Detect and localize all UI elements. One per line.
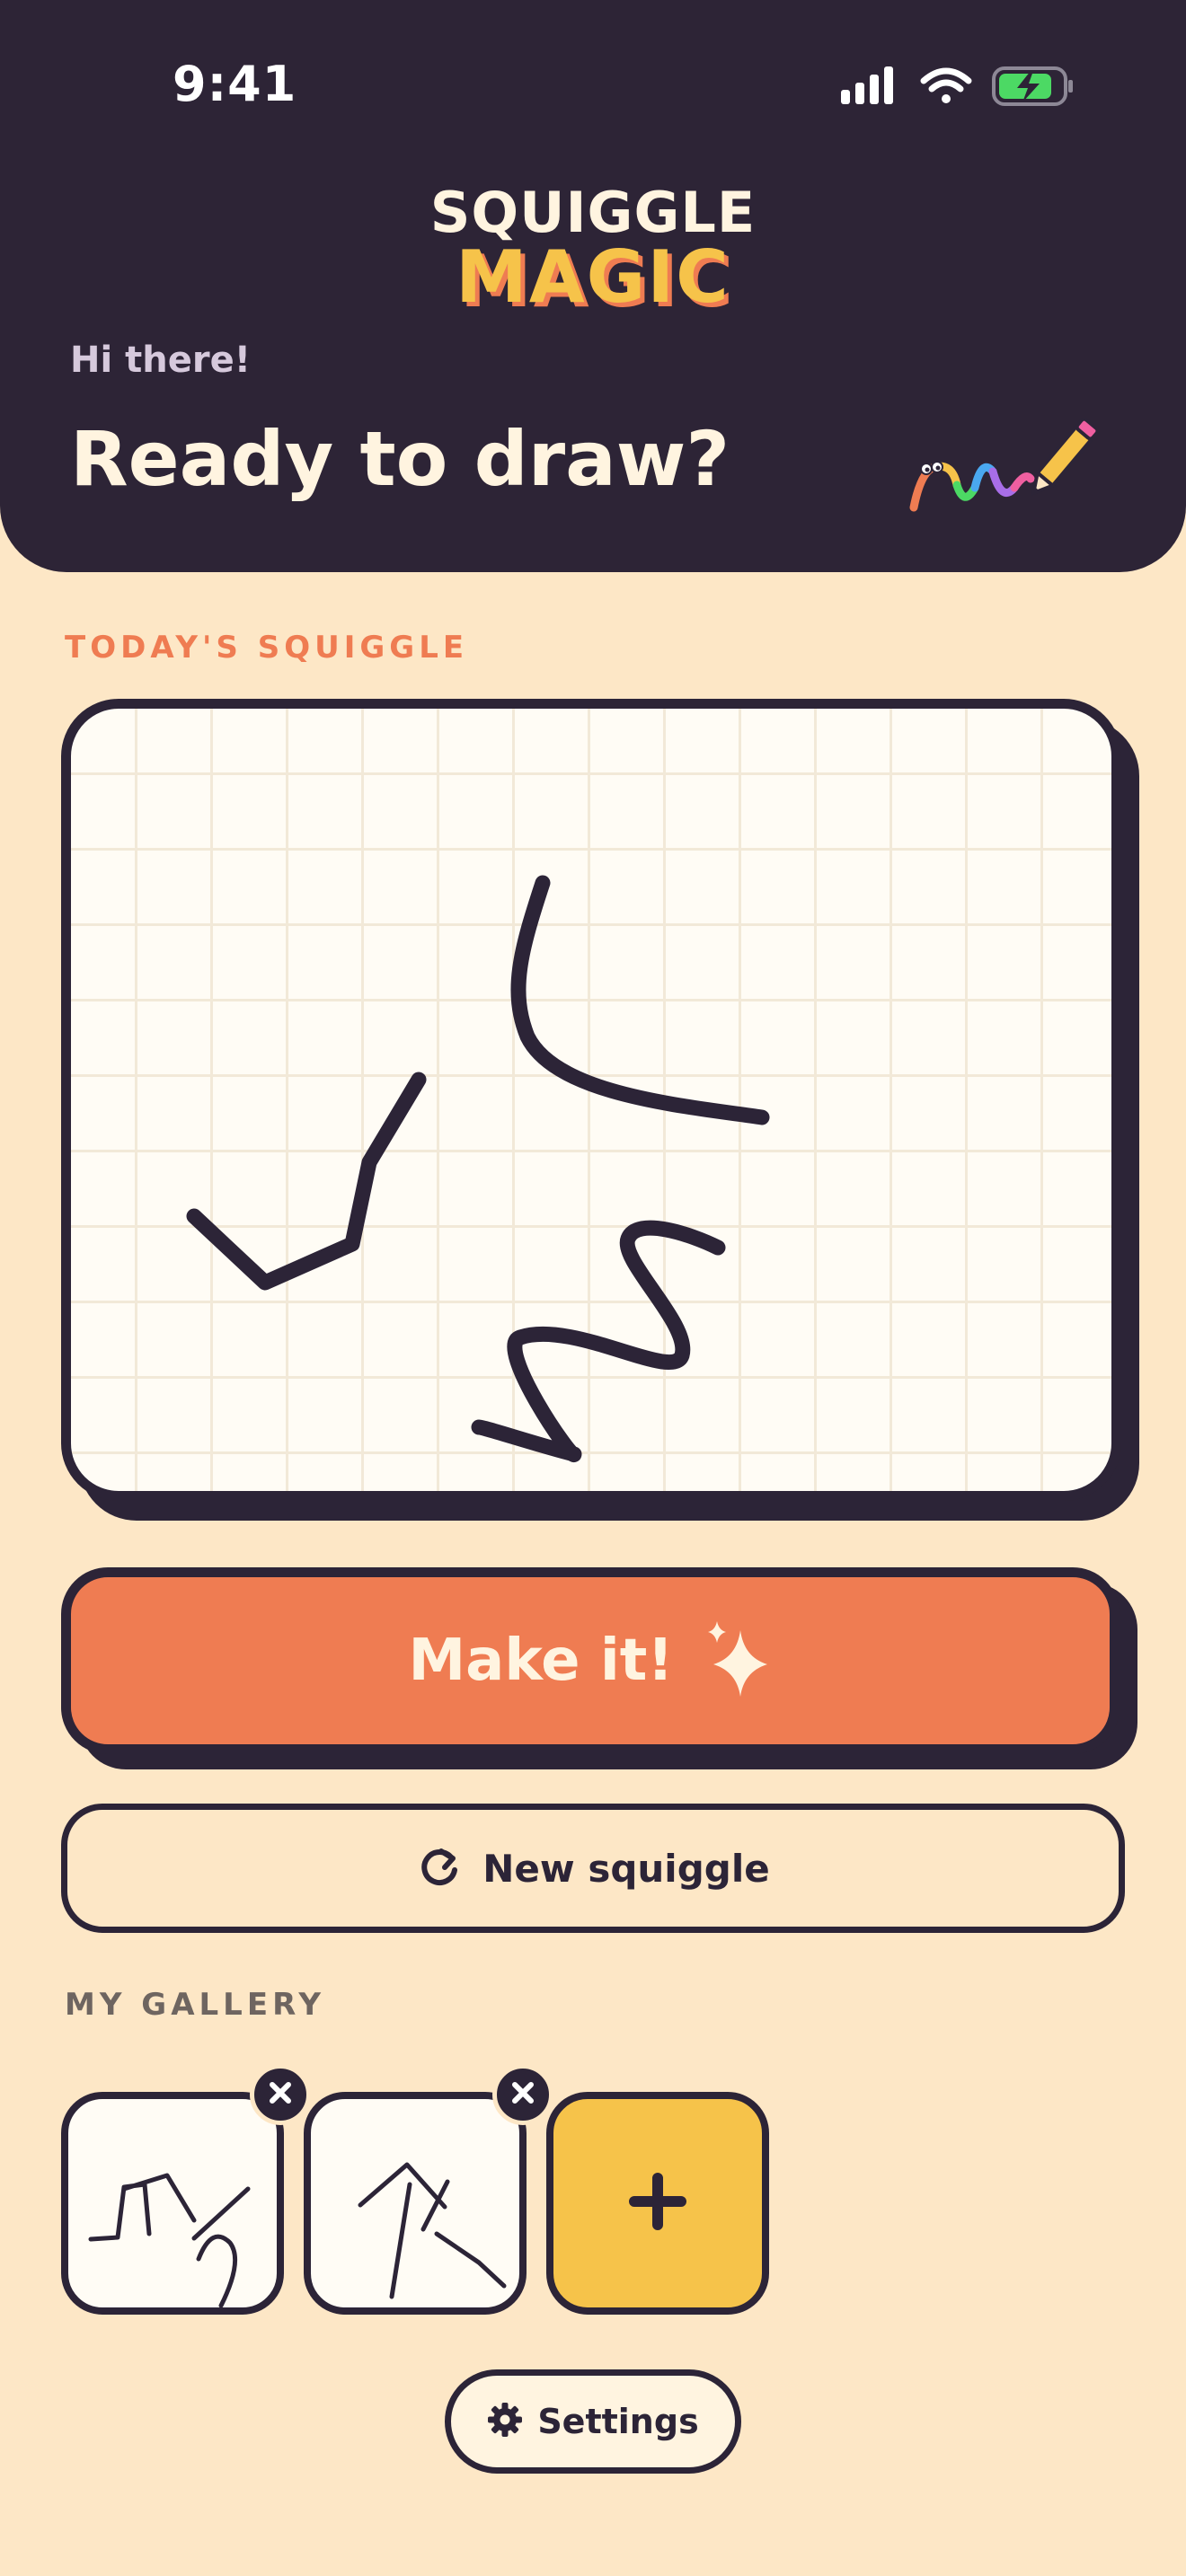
page-title: Ready to draw? [70, 415, 730, 503]
sparkle-icon [701, 1621, 773, 1700]
make-it-button[interactable]: Make it! [61, 1567, 1120, 1754]
refresh-icon [416, 1843, 463, 1893]
wifi-icon [920, 67, 972, 103]
remove-thumbnail-button[interactable] [492, 2064, 553, 2125]
section-label-today: TODAY'S SQUIGGLE [65, 630, 469, 666]
new-squiggle-button[interactable]: New squiggle [61, 1804, 1125, 1933]
app-logo-line2: MAGIC [456, 235, 730, 319]
signal-icon [841, 66, 893, 104]
settings-label: Settings [537, 2402, 699, 2441]
status-icons [841, 63, 1084, 117]
battery-charging-icon [992, 66, 1073, 106]
settings-button[interactable]: Settings [445, 2369, 741, 2474]
squiggle-drawing [186, 875, 770, 1462]
gallery-thumbnail[interactable] [61, 2092, 284, 2315]
make-it-label: Make it! [408, 1628, 674, 1694]
remove-thumbnail-button[interactable] [250, 2064, 311, 2125]
drawing-canvas[interactable] [61, 699, 1121, 1501]
new-squiggle-label: New squiggle [482, 1846, 770, 1891]
add-squiggle-button[interactable] [546, 2092, 769, 2315]
close-icon [510, 2080, 535, 2109]
app-header: 9:41 SQUIGGLE MAGIC Hi there! Ready to d… [0, 0, 1186, 572]
gallery-thumbnail[interactable] [304, 2092, 527, 2315]
section-label-gallery: MY GALLERY [65, 1987, 326, 2023]
status-time: 9:41 [173, 56, 297, 112]
gear-icon [487, 2402, 523, 2441]
plus-icon [629, 2173, 686, 2234]
greeting: Hi there! [70, 340, 251, 381]
close-icon [268, 2080, 293, 2109]
pencil-squiggle-icon [903, 417, 1101, 520]
